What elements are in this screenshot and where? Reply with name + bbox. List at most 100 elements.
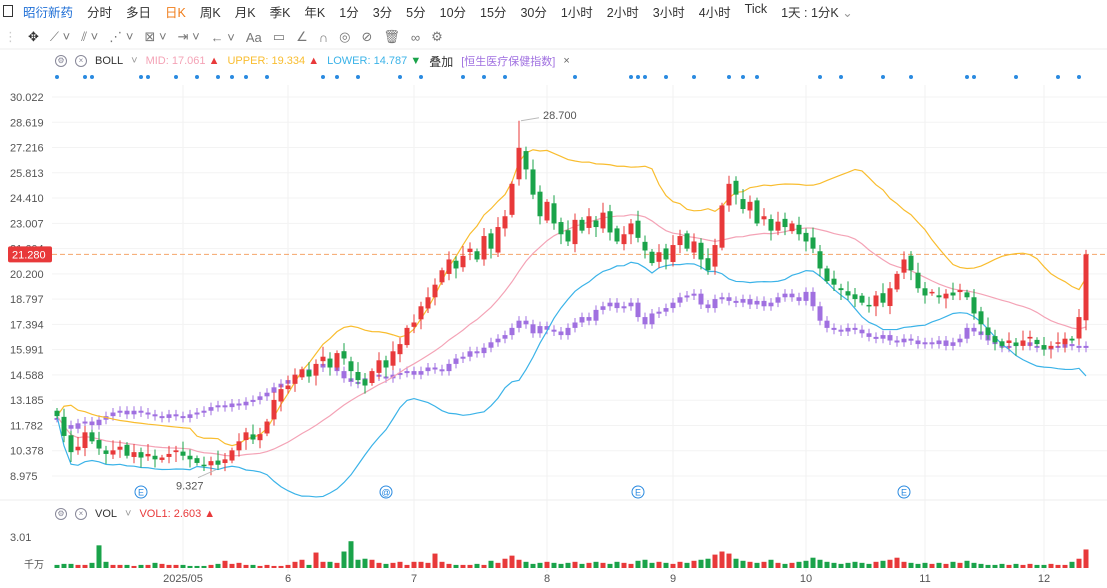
magnet-icon[interactable]: ∩: [319, 30, 328, 45]
layout-icon[interactable]: [3, 5, 13, 17]
candle: [929, 291, 935, 294]
link-icon[interactable]: ∞: [411, 30, 420, 45]
volume-bar: [376, 562, 382, 568]
overlay-candle: [656, 311, 662, 314]
eye-icon[interactable]: ◎: [339, 29, 350, 45]
period-tab[interactable]: 10分: [440, 2, 466, 21]
overlay-close-button[interactable]: ×: [563, 55, 569, 67]
overlay-candle: [684, 295, 690, 298]
candle: [96, 440, 102, 449]
event-dot: [195, 75, 199, 79]
candle: [124, 444, 130, 456]
indicator-settings-icon[interactable]: ⚙: [55, 55, 67, 67]
overlay-candle: [89, 421, 95, 426]
move-icon[interactable]: ✥: [28, 29, 39, 45]
overlay-candle: [61, 417, 67, 426]
event-dot: [146, 75, 150, 79]
candle: [509, 183, 515, 215]
volume-bar: [572, 561, 578, 568]
period-tab[interactable]: 日K: [165, 2, 186, 21]
ruler-icon[interactable]: ∠: [296, 29, 308, 45]
stock-name[interactable]: 昭衍新药: [23, 2, 73, 21]
boll-name[interactable]: BOLL: [95, 55, 123, 67]
volume-bar: [404, 564, 410, 568]
period-tab[interactable]: 5分: [406, 2, 425, 21]
channel-icon[interactable]: ⫽ ˅: [81, 29, 98, 45]
overlay-candle: [1055, 345, 1061, 348]
volume-bar: [1083, 549, 1089, 568]
overlay-candle: [222, 405, 228, 408]
overlay-candle: [54, 417, 60, 420]
volume-bar: [481, 564, 487, 568]
overlay-candle: [215, 405, 221, 408]
period-tab[interactable]: 3分: [373, 2, 392, 21]
event-dot: [573, 75, 577, 79]
measure-icon[interactable]: ⇥ ˅: [178, 29, 200, 45]
note-icon[interactable]: ▭: [273, 29, 285, 45]
period-tab[interactable]: 1小时: [561, 2, 593, 21]
overlay-name[interactable]: [恒生医疗保健指数]: [461, 53, 555, 69]
period-tab[interactable]: 4小时: [699, 2, 731, 21]
volume-bar: [285, 564, 291, 568]
period-tab[interactable]: 30分: [520, 2, 546, 21]
chevron-down-icon[interactable]: ˅: [125, 508, 131, 520]
low-leader: [197, 469, 217, 479]
chevron-down-icon[interactable]: ˅: [131, 55, 137, 67]
candle: [145, 453, 151, 457]
volume-bar: [278, 565, 284, 568]
period-tab[interactable]: 季K: [270, 2, 291, 21]
overlay-candle: [670, 302, 676, 309]
overlay-candle: [873, 336, 879, 339]
period-tab[interactable]: 2小时: [607, 2, 639, 21]
period-tab[interactable]: 多日: [126, 2, 151, 21]
period-tab[interactable]: 3小时: [653, 2, 685, 21]
period-tab[interactable]: 1分: [339, 2, 358, 21]
period-tab[interactable]: 分时: [87, 2, 112, 21]
trash-icon[interactable]: 🗑: [383, 29, 400, 45]
hide-icon[interactable]: ⊘: [361, 29, 372, 45]
wave-icon[interactable]: ⋰ ˅: [109, 29, 133, 45]
candle: [208, 461, 214, 466]
candle: [1048, 345, 1054, 349]
text-icon[interactable]: Aa: [246, 30, 262, 45]
volume-bar: [306, 564, 312, 568]
volume-bar: [901, 561, 907, 568]
candle: [54, 410, 60, 417]
period-tab[interactable]: 15分: [480, 2, 506, 21]
period-tab[interactable]: 周K: [200, 2, 221, 21]
overlay-candle: [390, 374, 396, 379]
candle: [838, 288, 844, 291]
overlay-candle: [166, 414, 172, 418]
indicator-close-icon[interactable]: ×: [75, 55, 87, 67]
volume-bar: [82, 564, 88, 568]
fib-icon[interactable]: ⊠ ˅: [144, 29, 166, 45]
candle: [957, 290, 963, 293]
overlay-candle: [894, 340, 900, 343]
candle: [516, 147, 522, 180]
event-dot: [643, 75, 647, 79]
overlay-candle: [138, 410, 144, 413]
vol-name[interactable]: VOL: [95, 508, 117, 520]
vol-settings-icon[interactable]: ⚙: [55, 508, 67, 520]
event-dot: [741, 75, 745, 79]
line-icon[interactable]: ⟋ ˅: [50, 29, 70, 45]
arrow-icon[interactable]: ← ˅: [211, 30, 235, 45]
interval-select[interactable]: 1天 : 1分K ⌄: [781, 2, 853, 21]
volume-bar: [551, 562, 557, 568]
overlay-label: 叠加: [429, 54, 454, 69]
volume-bar: [971, 562, 977, 568]
volume-bar: [1069, 561, 1075, 568]
period-tab[interactable]: 年K: [304, 2, 325, 21]
candle: [173, 450, 179, 453]
candle: [502, 216, 508, 229]
candle: [747, 201, 753, 211]
overlay-candle: [712, 299, 718, 309]
y-tick-label: 23.007: [10, 218, 44, 230]
settings-icon[interactable]: ⚙: [431, 29, 443, 45]
overlay-candle: [187, 414, 193, 418]
period-tab[interactable]: 月K: [235, 2, 256, 21]
kline-chart[interactable]: 30.022 28.619 27.216 25.813 24.410 23.007 21.6…: [0, 0, 1107, 588]
period-tab[interactable]: Tick: [745, 2, 767, 21]
vol-close-icon[interactable]: ×: [75, 508, 87, 520]
event-dot: [230, 75, 234, 79]
